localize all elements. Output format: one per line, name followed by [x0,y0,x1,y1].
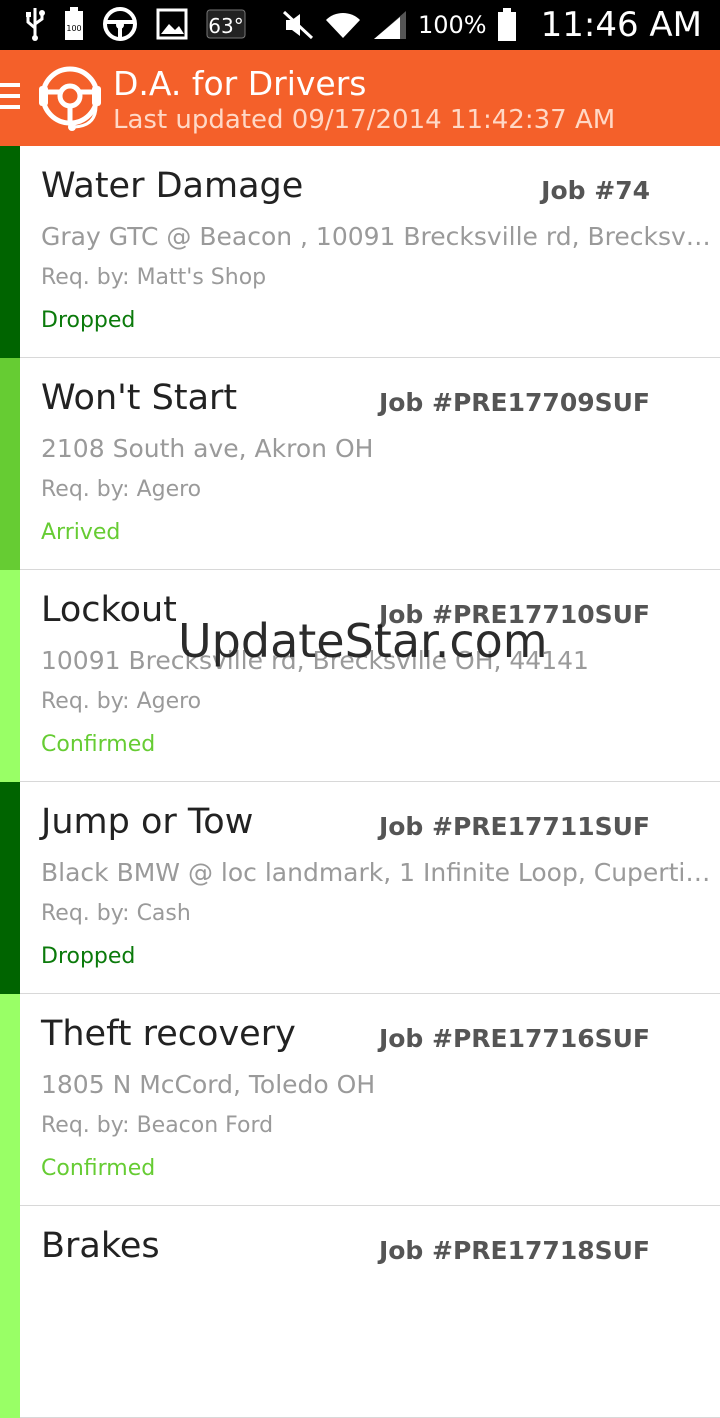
status-color-bar [0,994,20,1206]
status-color-bar [0,146,20,358]
last-updated-text: Last updated 09/17/2014 11:42:37 AM [113,105,616,135]
job-address: 2108 South ave, Akron OH [41,434,374,463]
job-status: Dropped [41,308,136,333]
status-bar: 100 63° 100% 11:46 AM [0,0,720,50]
wifi-icon [325,12,360,38]
job-list: Water Damage Job #74 Gray GTC @ Beacon , 1… [0,146,720,1418]
signal-icon [373,11,406,39]
status-color-bar [0,358,20,570]
job-address: Black BMW @ loc landmark, 1 Infinite Loo… [41,858,717,887]
job-title: Won't Start [41,378,238,418]
status-color-bar [0,1206,20,1418]
image-icon [156,8,188,40]
app-logo-icon[interactable] [38,64,102,132]
job-status: Confirmed [41,732,156,757]
svg-text:100: 100 [66,24,81,33]
job-title: Jump or Tow [41,802,254,842]
job-requester: Req. by: Agero [41,689,202,714]
job-list-item[interactable]: Jump or Tow Job #PRE17711SUF Black BMW @ l… [0,782,720,994]
svg-text:63°: 63° [208,14,243,38]
job-title: Theft recovery [41,1014,296,1054]
notification-icons: 100 63° [24,6,246,42]
job-list-item[interactable]: Lockout Job #PRE17710SUF 10091 Brecksville… [0,570,720,782]
steering-wheel-icon [103,7,137,41]
job-title: Lockout [41,590,177,630]
job-list-item[interactable]: Theft recovery Job #PRE17716SUF 1805 N McC… [0,994,720,1206]
job-requester: Req. by: Cash [41,901,191,926]
job-list-item[interactable]: Brakes Job #PRE17718SUF [0,1206,720,1418]
app-bar: D.A. for Drivers Last updated 09/17/2014… [0,50,720,146]
mute-icon [282,10,314,40]
weather-icon: 63° [206,9,246,39]
job-list-item[interactable]: Water Damage Job #74 Gray GTC @ Beacon , 1… [0,146,720,358]
hamburger-menu-icon[interactable] [0,83,20,111]
usb-icon [26,8,45,41]
job-requester: Req. by: Agero [41,477,202,502]
job-list-item[interactable]: Won't Start Job #PRE17709SUF 2108 South av… [0,358,720,570]
job-title: Brakes [41,1226,160,1266]
job-requester: Req. by: Matt's Shop [41,265,267,290]
job-status: Confirmed [41,1156,156,1181]
job-number: Job #PRE17711SUF [378,812,650,841]
job-requester: Req. by: Beacon Ford [41,1113,274,1138]
watermark: UpdateStar.com [178,614,548,668]
job-number: Job #PRE17716SUF [378,1024,650,1053]
status-color-bar [0,782,20,994]
clock: 11:46 AM [540,5,702,45]
battery-icon [497,8,516,41]
battery-storage-icon: 100 [65,7,83,40]
job-address: Gray GTC @ Beacon , 10091 Brecksville rd… [41,222,717,251]
job-number: Job #PRE17718SUF [378,1236,650,1265]
job-number: Job #74 [541,176,650,205]
job-status: Dropped [41,944,136,969]
status-color-bar [0,570,20,782]
job-title: Water Damage [41,166,304,206]
app-title: D.A. for Drivers [113,64,367,103]
battery-percent: 100% [417,11,487,39]
job-address: 1805 N McCord, Toledo OH [41,1070,376,1099]
job-number: Job #PRE17709SUF [378,388,650,417]
job-status: Arrived [41,520,121,545]
system-icons: 100% 11:46 AM [282,0,702,50]
